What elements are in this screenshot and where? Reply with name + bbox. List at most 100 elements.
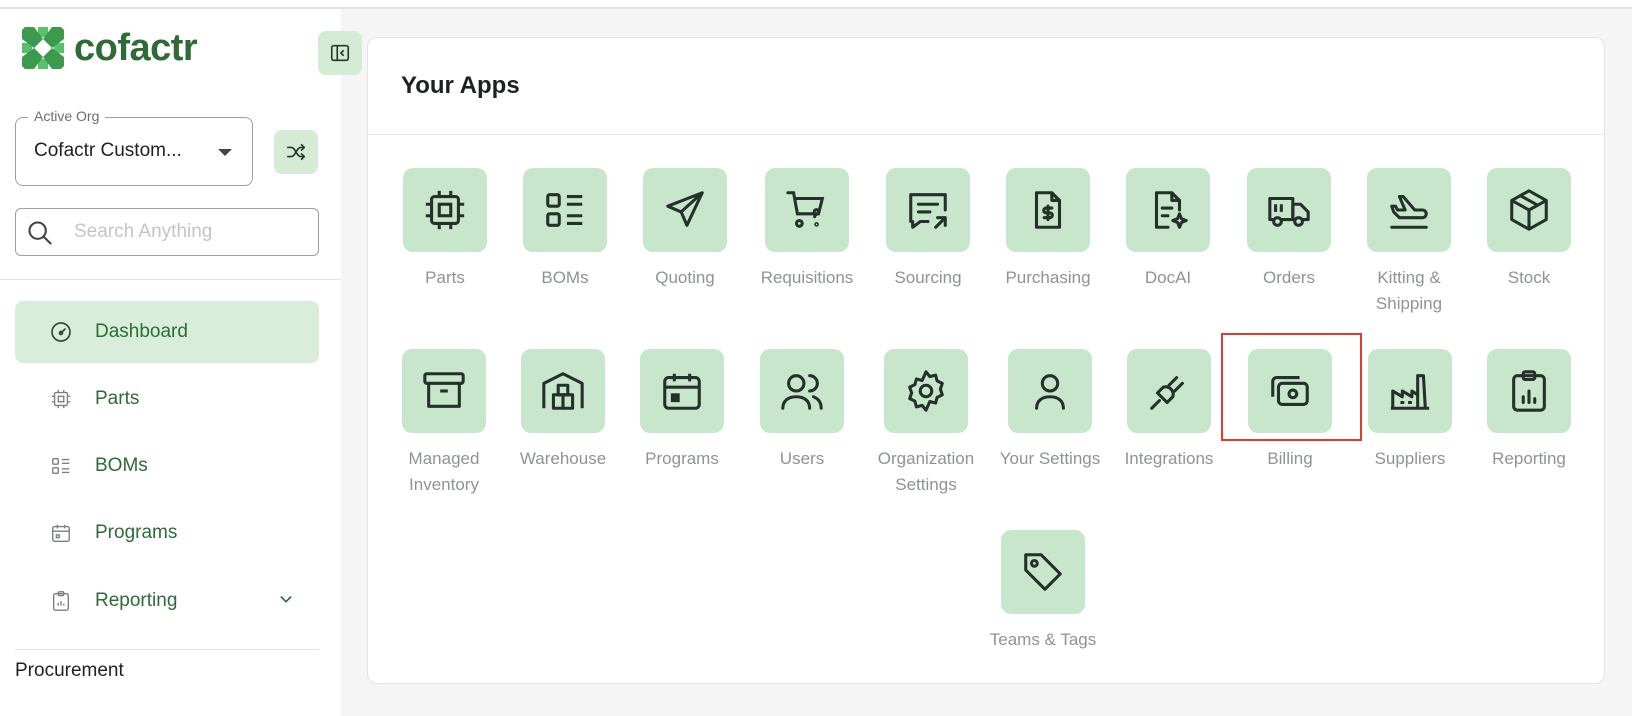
app-docai[interactable]: DocAI — [1112, 168, 1224, 291]
collapse-sidebar-button[interactable] — [318, 31, 362, 75]
app-label: Stock — [1507, 268, 1551, 287]
file-dollar-icon — [1006, 168, 1090, 252]
users-icon — [760, 349, 844, 433]
app-label: Teams & Tags — [989, 630, 1097, 649]
app-label: Integrations — [1124, 449, 1214, 468]
nav-label-programs: Programs — [95, 522, 178, 543]
clipboard-chart-icon — [1487, 349, 1571, 433]
plug-icon — [1127, 349, 1211, 433]
apps-card: Your Apps Parts BOMs Quoting Requisition… — [367, 37, 1605, 684]
app-suppliers[interactable]: Suppliers — [1354, 349, 1466, 472]
sidebar-divider — [0, 279, 341, 280]
app-label: Sourcing — [894, 268, 962, 287]
app-label: Quoting — [655, 268, 715, 287]
app-label: Managed Inventory — [408, 449, 480, 494]
app-stock[interactable]: Stock — [1473, 168, 1585, 291]
box-icon — [1487, 168, 1571, 252]
logo-mark-icon — [22, 27, 64, 69]
app-integrations[interactable]: Integrations — [1113, 349, 1225, 472]
nav-item-parts[interactable]: Parts — [15, 368, 319, 430]
sidebar: cofactr Active Org Cofactr Custom... Das… — [0, 9, 362, 716]
app-label: DocAI — [1144, 268, 1192, 287]
dashboard-icon — [49, 320, 73, 344]
app-label: Warehouse — [519, 449, 607, 468]
app-label: Suppliers — [1374, 449, 1446, 468]
top-bar — [0, 0, 1632, 9]
nav-label-reporting: Reporting — [95, 590, 178, 611]
shuffle-icon — [286, 143, 306, 161]
plane-icon — [1367, 168, 1451, 252]
active-org-legend: Active Org — [28, 108, 106, 124]
app-label: Parts — [425, 268, 465, 287]
chip-icon — [403, 168, 487, 252]
app-sourcing[interactable]: Sourcing — [872, 168, 984, 291]
tag-icon — [1001, 530, 1085, 614]
list-icon — [523, 168, 607, 252]
card-divider — [368, 134, 1604, 135]
truck-icon — [1247, 168, 1331, 252]
app-label: Requisitions — [760, 268, 854, 287]
nav-label-dashboard: Dashboard — [95, 321, 188, 342]
nav-label-boms: BOMs — [95, 455, 148, 476]
send-icon — [643, 168, 727, 252]
section-heading-procurement: Procurement — [15, 660, 124, 681]
app-programs[interactable]: Programs — [626, 349, 738, 472]
app-label: Kitting & Shipping — [1375, 268, 1443, 313]
user-icon — [1008, 349, 1092, 433]
app-your-settings[interactable]: Your Settings — [994, 349, 1106, 472]
list-icon — [49, 454, 73, 478]
gear-icon — [884, 349, 968, 433]
sidebar-divider — [15, 649, 319, 650]
app-parts[interactable]: Parts — [389, 168, 501, 291]
app-label: Purchasing — [1005, 268, 1091, 287]
app-boms[interactable]: BOMs — [509, 168, 621, 291]
app-label: BOMs — [541, 268, 589, 287]
app-purchasing[interactable]: Purchasing — [992, 168, 1104, 291]
chevron-down-icon[interactable] — [278, 591, 294, 612]
app-warehouse[interactable]: Warehouse — [507, 349, 619, 472]
app-requisitions[interactable]: Requisitions — [751, 168, 863, 291]
app-label: Users — [779, 449, 825, 468]
active-org-value: Cofactr Custom... — [34, 140, 182, 161]
app-users[interactable]: Users — [746, 349, 858, 472]
app-organization-settings[interactable]: Organization Settings — [870, 349, 982, 498]
nav-label-parts: Parts — [95, 388, 140, 409]
app-label: Organization Settings — [877, 449, 975, 494]
cart-question-icon — [765, 168, 849, 252]
app-label: Billing — [1267, 449, 1313, 468]
search-icon — [28, 221, 52, 245]
billing-highlight-box — [1221, 333, 1362, 441]
message-arrow-icon — [886, 168, 970, 252]
warehouse-icon — [521, 349, 605, 433]
nav-item-dashboard[interactable]: Dashboard — [15, 301, 319, 363]
calendar-icon — [640, 349, 724, 433]
search-input[interactable] — [74, 209, 304, 255]
active-org-select[interactable]: Active Org Cofactr Custom... — [15, 108, 253, 186]
app-orders[interactable]: Orders — [1233, 168, 1345, 291]
factory-icon — [1368, 349, 1452, 433]
app-label: Reporting — [1492, 449, 1566, 468]
nav-item-reporting[interactable]: Reporting — [15, 570, 319, 632]
archive-icon — [402, 349, 486, 433]
switch-org-button[interactable] — [274, 130, 318, 174]
logo-text: cofactr — [74, 27, 198, 69]
nav-item-programs[interactable]: Programs — [15, 502, 319, 564]
app-label: Orders — [1263, 268, 1315, 287]
app-label: Your Settings — [999, 449, 1101, 468]
nav-item-boms[interactable]: BOMs — [15, 435, 319, 497]
search-box[interactable] — [15, 208, 319, 256]
chip-icon — [49, 387, 73, 411]
app-quoting[interactable]: Quoting — [629, 168, 741, 291]
logo[interactable]: cofactr — [22, 27, 198, 69]
sidebar-collapse-icon — [330, 44, 350, 62]
clipboard-icon — [49, 589, 73, 613]
app-teams-tags[interactable]: Teams & Tags — [987, 530, 1099, 653]
app-label: Programs — [645, 449, 719, 468]
page-title: Your Apps — [401, 72, 520, 99]
app-kitting-shipping[interactable]: Kitting & Shipping — [1353, 168, 1465, 317]
caret-down-icon — [218, 149, 232, 156]
calendar-icon — [49, 521, 73, 545]
app-managed-inventory[interactable]: Managed Inventory — [388, 349, 500, 498]
file-sparkle-icon — [1126, 168, 1210, 252]
app-reporting[interactable]: Reporting — [1473, 349, 1585, 472]
